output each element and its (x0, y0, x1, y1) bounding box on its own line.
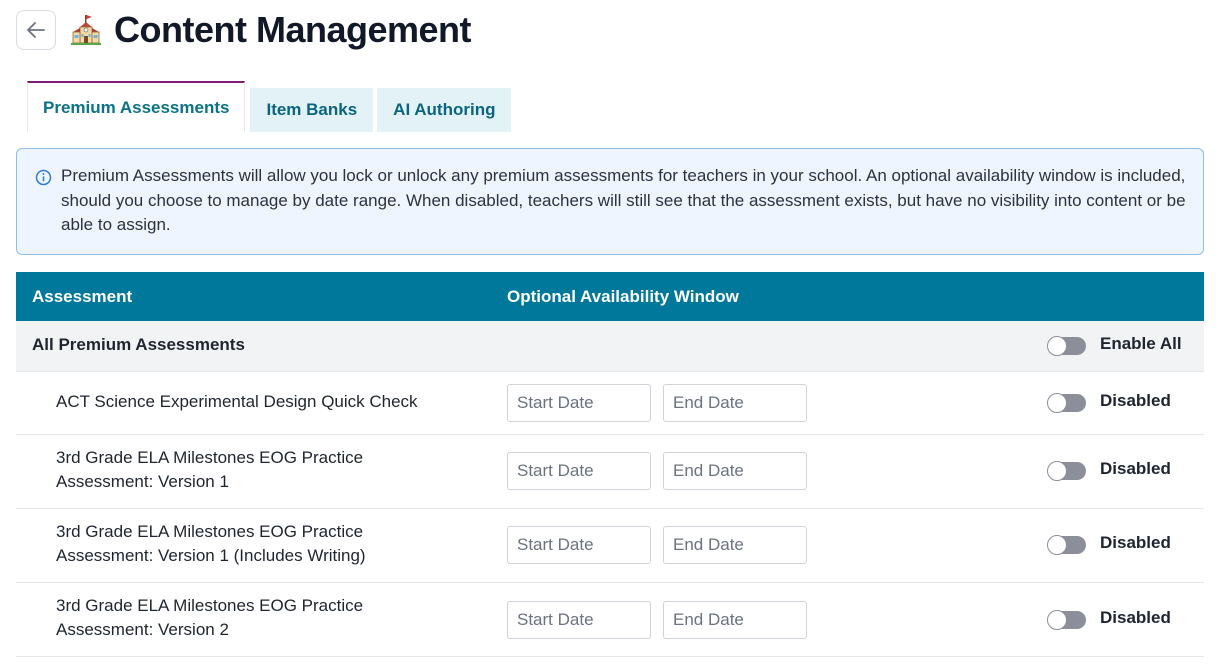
assessment-name: 3rd Grade ELA Milestones EOG Practice As… (56, 448, 364, 491)
assessment-toggle[interactable] (1047, 461, 1086, 481)
back-button[interactable] (16, 10, 56, 50)
arrow-left-icon (27, 22, 45, 38)
column-header-assessment: Assessment (32, 286, 133, 306)
table-header: Assessment Optional Availability Window (16, 272, 1204, 321)
tab-label: AI Authoring (393, 100, 496, 119)
page-header: Content Management (16, 8, 472, 52)
end-date-input[interactable]: End Date (663, 601, 807, 639)
start-date-input[interactable]: Start Date (507, 601, 651, 639)
assessment-name: ACT Science Experimental Design Quick Ch… (56, 392, 418, 411)
assessment-toggle[interactable] (1047, 393, 1086, 413)
status-label: Disabled (1100, 459, 1171, 478)
info-circle-icon (35, 169, 52, 186)
tab-ai-authoring[interactable]: AI Authoring (377, 88, 512, 132)
assessment-toggle[interactable] (1047, 610, 1086, 630)
enable-all-label: Enable All (1100, 334, 1182, 353)
table-row: ACT Science Experimental Design Quick Ch… (16, 372, 1204, 435)
all-assessments-row: All Premium Assessments Enable All (16, 321, 1204, 372)
status-label: Disabled (1100, 608, 1171, 627)
start-date-input[interactable]: Start Date (507, 452, 651, 490)
tab-premium-assessments[interactable]: Premium Assessments (27, 81, 246, 132)
assessment-name: 3rd Grade ELA Milestones EOG Practice As… (56, 596, 364, 639)
tab-item-banks[interactable]: Item Banks (250, 88, 374, 132)
status-label: Disabled (1100, 533, 1171, 552)
table-row: 3rd Grade ELA Milestones EOG Practice As… (16, 435, 1204, 509)
table-row: 3rd Grade ELA Milestones EOG Practice As… (16, 583, 1204, 657)
table-row: 3rd Grade ELA Milestones EOG Practice As… (16, 509, 1204, 583)
tab-bar: Premium Assessments Item Banks AI Author… (27, 81, 515, 132)
column-header-availability-window: Optional Availability Window (507, 286, 739, 306)
end-date-input[interactable]: End Date (663, 384, 807, 422)
tab-label: Premium Assessments (43, 97, 230, 117)
end-date-input[interactable]: End Date (663, 452, 807, 490)
enable-all-toggle[interactable] (1047, 336, 1086, 356)
status-label: Disabled (1100, 391, 1171, 410)
page-title: Content Management (114, 9, 472, 50)
tab-label: Item Banks (266, 100, 358, 119)
school-building-icon (70, 14, 102, 46)
end-date-input[interactable]: End Date (663, 526, 807, 564)
all-assessments-label: All Premium Assessments (32, 335, 245, 354)
assessment-toggle[interactable] (1047, 535, 1086, 555)
start-date-input[interactable]: Start Date (507, 384, 651, 422)
start-date-input[interactable]: Start Date (507, 526, 651, 564)
info-text: Premium Assessments will allow you lock … (61, 166, 1186, 234)
assessment-name: 3rd Grade ELA Milestones EOG Practice As… (56, 522, 366, 565)
info-banner: Premium Assessments will allow you lock … (16, 148, 1204, 255)
